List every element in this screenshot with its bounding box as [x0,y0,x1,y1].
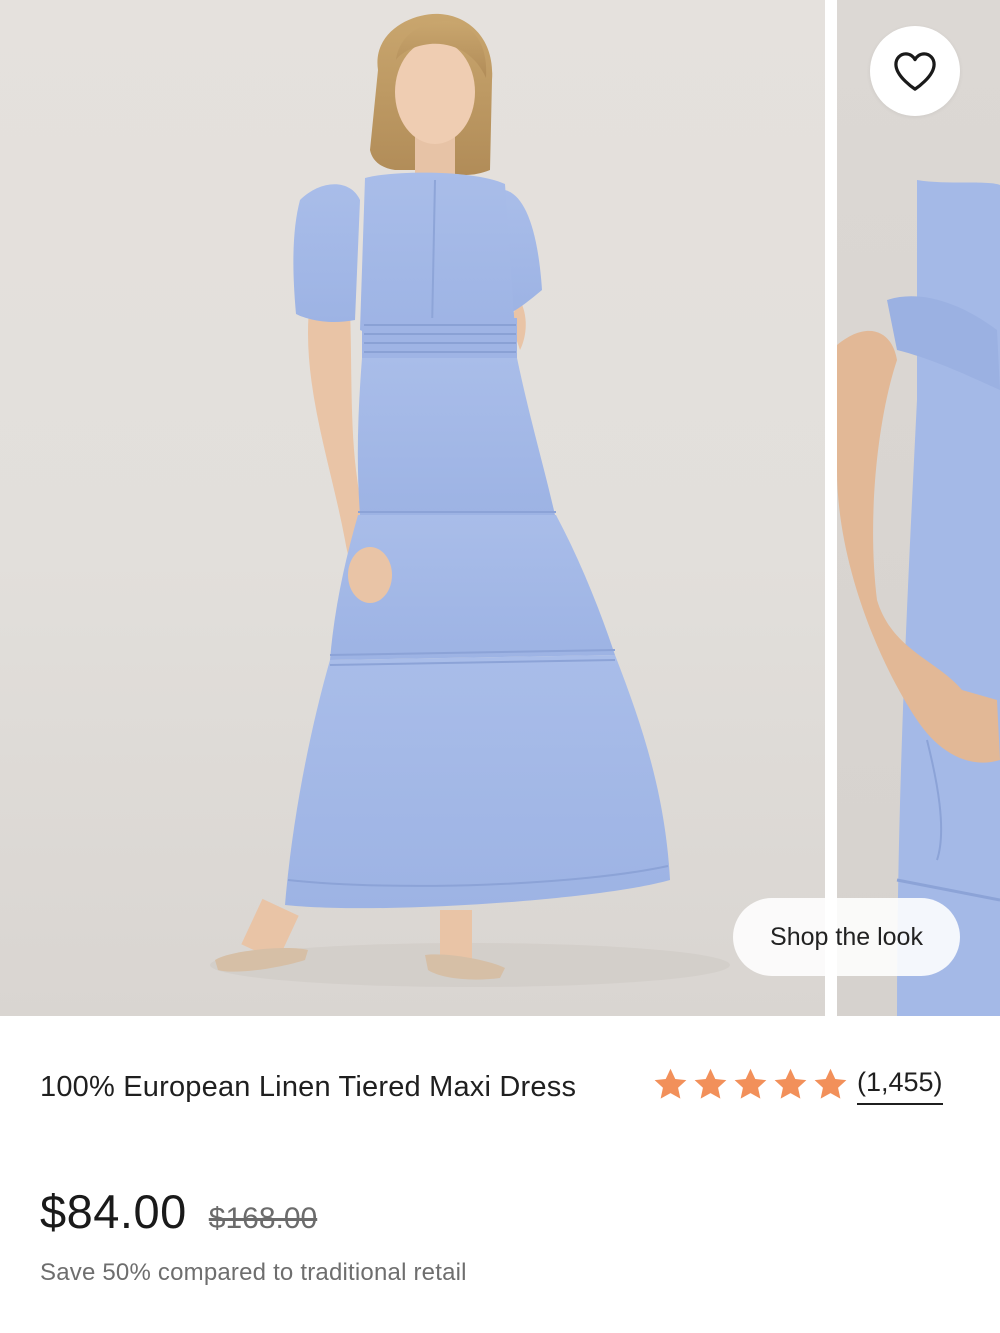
product-info: 100% European Linen Tiered Maxi Dress (1… [0,1016,1000,1333]
shop-the-look-button[interactable]: Shop the look [733,898,960,976]
product-title: 100% European Linen Tiered Maxi Dress [40,1071,577,1103]
product-main-image[interactable] [0,0,825,1016]
product-image-gallery[interactable]: Shop the look [0,0,1000,1016]
compare-at-price: $168.00 [208,1202,318,1235]
rating-stars [652,1066,849,1103]
star-icon [734,1068,767,1099]
sale-price: $84.00 [40,1185,187,1238]
shop-the-look-label: Shop the look [770,922,923,951]
star-icon [814,1068,847,1099]
model-wearing-dress-illustration [210,13,730,987]
star-icon [694,1068,727,1099]
product-rating[interactable]: (1,455) [652,1064,943,1105]
savings-text: Save 50% compared to traditional retail [40,1259,467,1286]
review-count-link[interactable]: (1,455) [857,1064,943,1105]
dress-detail-illustration [837,180,1000,1016]
heart-outline-icon [894,52,936,91]
star-icon [774,1068,807,1099]
price-row: $84.00 $168.00 [40,1184,317,1239]
product-next-image[interactable] [837,0,1000,1016]
favorite-button[interactable] [870,26,960,116]
star-icon [654,1068,687,1099]
